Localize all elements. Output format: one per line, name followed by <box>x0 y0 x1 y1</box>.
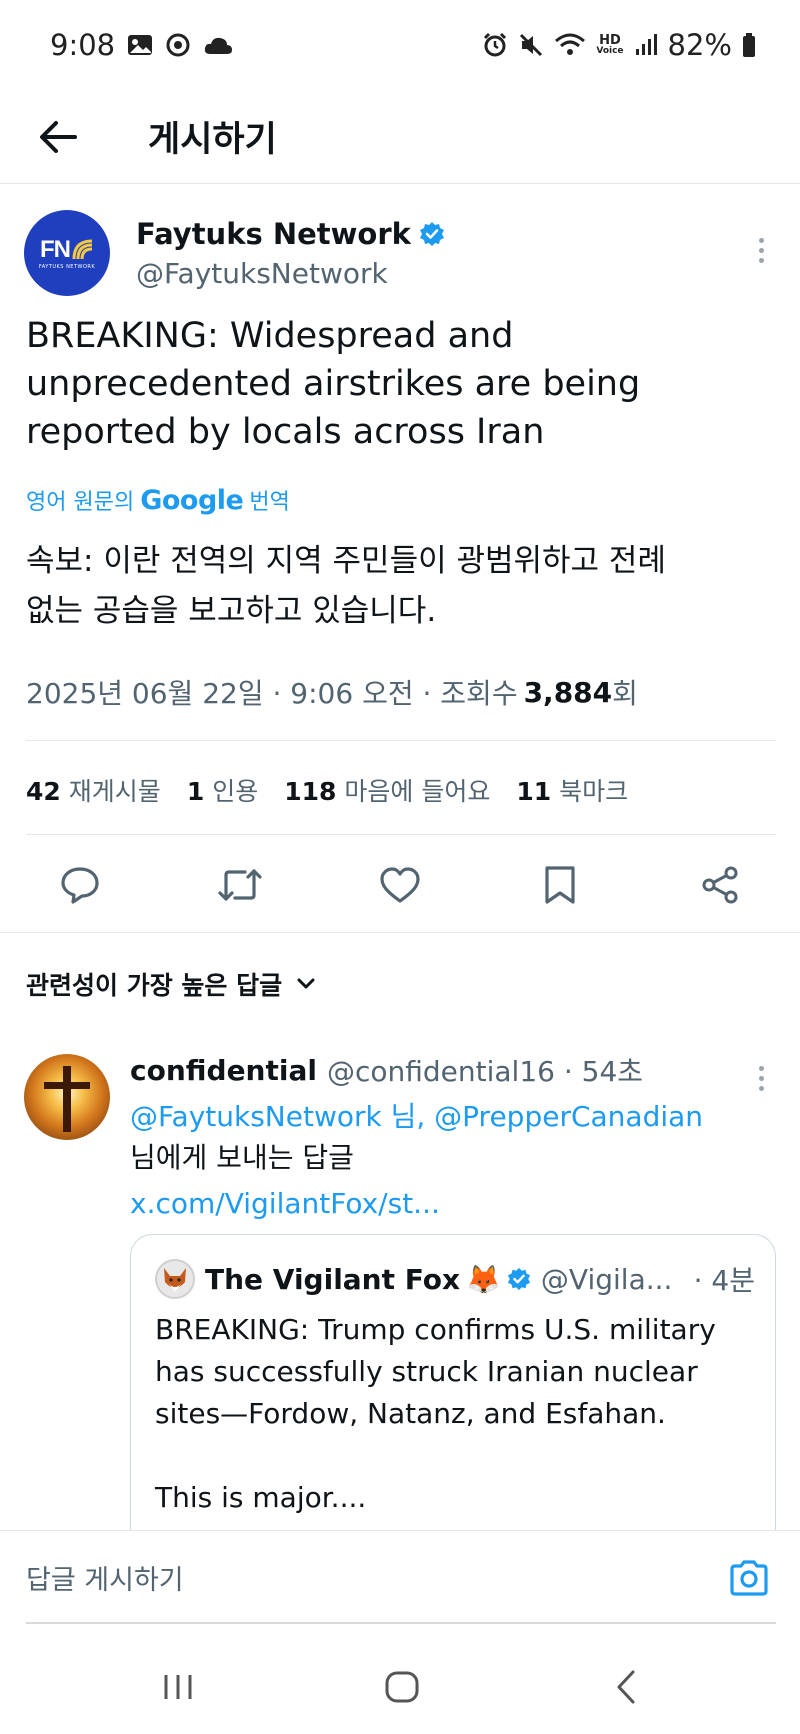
reply-avatar[interactable] <box>24 1054 110 1140</box>
quote-time: · 4분 <box>693 1264 755 1297</box>
quoted-post-card[interactable]: The Vigilant Fox 🦊 @Vigila... · 4분 BREAK… <box>130 1234 776 1534</box>
author-name[interactable]: Faytuks Network <box>136 217 411 251</box>
top-bar: 게시하기 <box>0 90 800 184</box>
home-icon <box>385 1671 419 1703</box>
gallery-icon <box>127 33 153 57</box>
stat-reposts[interactable]: 42 재게시물 <box>26 772 161 808</box>
bookmark-icon <box>545 866 575 904</box>
battery-percent: 82% <box>667 28 732 62</box>
fox-emoji: 🦊 <box>466 1262 501 1296</box>
reply-to-label: 님에게 보내는 답글 <box>130 1141 354 1174</box>
status-bar: 9:08 HD Voice 82% <box>0 0 800 90</box>
post-meta: 2025년 06월 22일 · 9:06 오전 · 조회수 3,884 회 <box>26 672 638 712</box>
google-logo: Google <box>140 484 244 516</box>
fox-avatar-icon <box>164 1268 186 1292</box>
more-options-button[interactable] <box>746 230 776 270</box>
avatar-logo-text: FN <box>39 236 71 263</box>
bookmark-button[interactable] <box>535 860 585 910</box>
reply-sort-dropdown[interactable]: 관련성이 가장 높은 답글 <box>26 962 316 1006</box>
post-timestamp[interactable]: 2025년 06월 22일 · 9:06 오전 · 조회수 <box>26 672 518 712</box>
repost-button[interactable] <box>215 860 265 910</box>
quote-avatar <box>155 1259 195 1299</box>
broadcast-icon <box>72 239 93 260</box>
section-divider <box>0 932 800 933</box>
back-button[interactable] <box>28 107 88 167</box>
reply-mentions[interactable]: @FaytuksNetwork 님, @PrepperCanadian <box>130 1096 770 1138</box>
android-nav-bar <box>0 1634 800 1734</box>
reply-compose-input[interactable]: 답글 게시하기 <box>26 1558 184 1597</box>
divider <box>26 834 776 835</box>
camera-button[interactable] <box>724 1553 774 1603</box>
share-button[interactable] <box>695 860 745 910</box>
recent-apps-icon <box>164 1675 192 1699</box>
sync-icon <box>165 32 191 58</box>
avatar-logo-subtext: FAYTUKS NETWORK <box>38 264 96 270</box>
views-count: 3,884 <box>523 675 613 709</box>
reply-icon <box>61 867 99 904</box>
battery-icon <box>742 32 756 58</box>
home-button[interactable] <box>372 1662 432 1712</box>
system-back-button[interactable] <box>596 1662 656 1712</box>
reply-body: confidential @confidential16 · 54초 @Fayt… <box>130 1050 770 1226</box>
compose-bar: 답글 게시하기 <box>0 1530 800 1624</box>
stat-quotes[interactable]: 1 인용 <box>187 772 258 808</box>
cross-image-icon <box>44 1066 90 1132</box>
status-time: 9:08 <box>50 28 116 62</box>
like-button[interactable] <box>375 860 425 910</box>
repost-icon <box>218 869 262 901</box>
share-icon <box>702 866 738 904</box>
mute-icon <box>518 32 544 58</box>
verified-badge-icon <box>507 1267 530 1291</box>
action-row <box>0 848 800 918</box>
translated-text: 속보: 이란 전역의 지역 주민들이 광범위하고 전례 없는 공습을 보고하고 … <box>26 543 666 629</box>
wifi-icon <box>554 32 586 58</box>
author-handle[interactable]: @FaytuksNetwork <box>136 257 445 290</box>
camera-icon <box>730 1560 768 1596</box>
hd-voice-icon: HD Voice <box>596 33 624 56</box>
reply-author-name[interactable]: confidential <box>130 1054 317 1087</box>
post-text: BREAKING: Widespread and unprecedented a… <box>26 316 641 452</box>
reply-handle-time: @confidential16 · 54초 <box>326 1055 644 1088</box>
compose-underline <box>26 1622 776 1624</box>
reply-button[interactable] <box>55 860 105 910</box>
post-header: FN FAYTUKS NETWORK Faytuks Network @Fayt… <box>24 208 776 298</box>
cloud-icon <box>203 34 233 56</box>
translate-prefix: 영어 원문의 <box>26 490 135 515</box>
quote-text: BREAKING: Trump confirms U.S. military h… <box>155 1313 716 1514</box>
page-title: 게시하기 <box>148 120 277 160</box>
reply-sort-label: 관련성이 가장 높은 답글 <box>26 971 283 1000</box>
arrow-left-icon <box>40 120 77 153</box>
chevron-left-icon <box>617 1670 635 1704</box>
alarm-icon <box>482 32 508 58</box>
quote-handle: @Vigila... <box>540 1262 673 1296</box>
verified-badge-icon <box>419 221 444 246</box>
translate-link[interactable]: 영어 원문의 Google 번역 <box>26 480 290 520</box>
quote-author-name: The Vigilant Fox <box>205 1262 461 1296</box>
divider <box>26 740 776 741</box>
views-suffix: 회 <box>612 677 638 710</box>
signal-icon <box>634 33 658 57</box>
stat-bookmarks[interactable]: 11 북마크 <box>516 772 628 808</box>
reply-link[interactable]: x.com/VigilantFox/st... <box>130 1182 770 1226</box>
chevron-down-icon <box>297 978 315 989</box>
author-avatar[interactable]: FN FAYTUKS NETWORK <box>24 210 110 296</box>
stats-row: 42 재게시물 1 인용 118 마음에 들어요 11 북마크 <box>26 768 628 812</box>
recent-apps-button[interactable] <box>148 1662 208 1712</box>
translate-suffix: 번역 <box>249 490 290 515</box>
heart-icon <box>380 867 420 903</box>
more-dot-icon <box>758 237 764 243</box>
stat-likes[interactable]: 118 마음에 들어요 <box>284 772 490 808</box>
